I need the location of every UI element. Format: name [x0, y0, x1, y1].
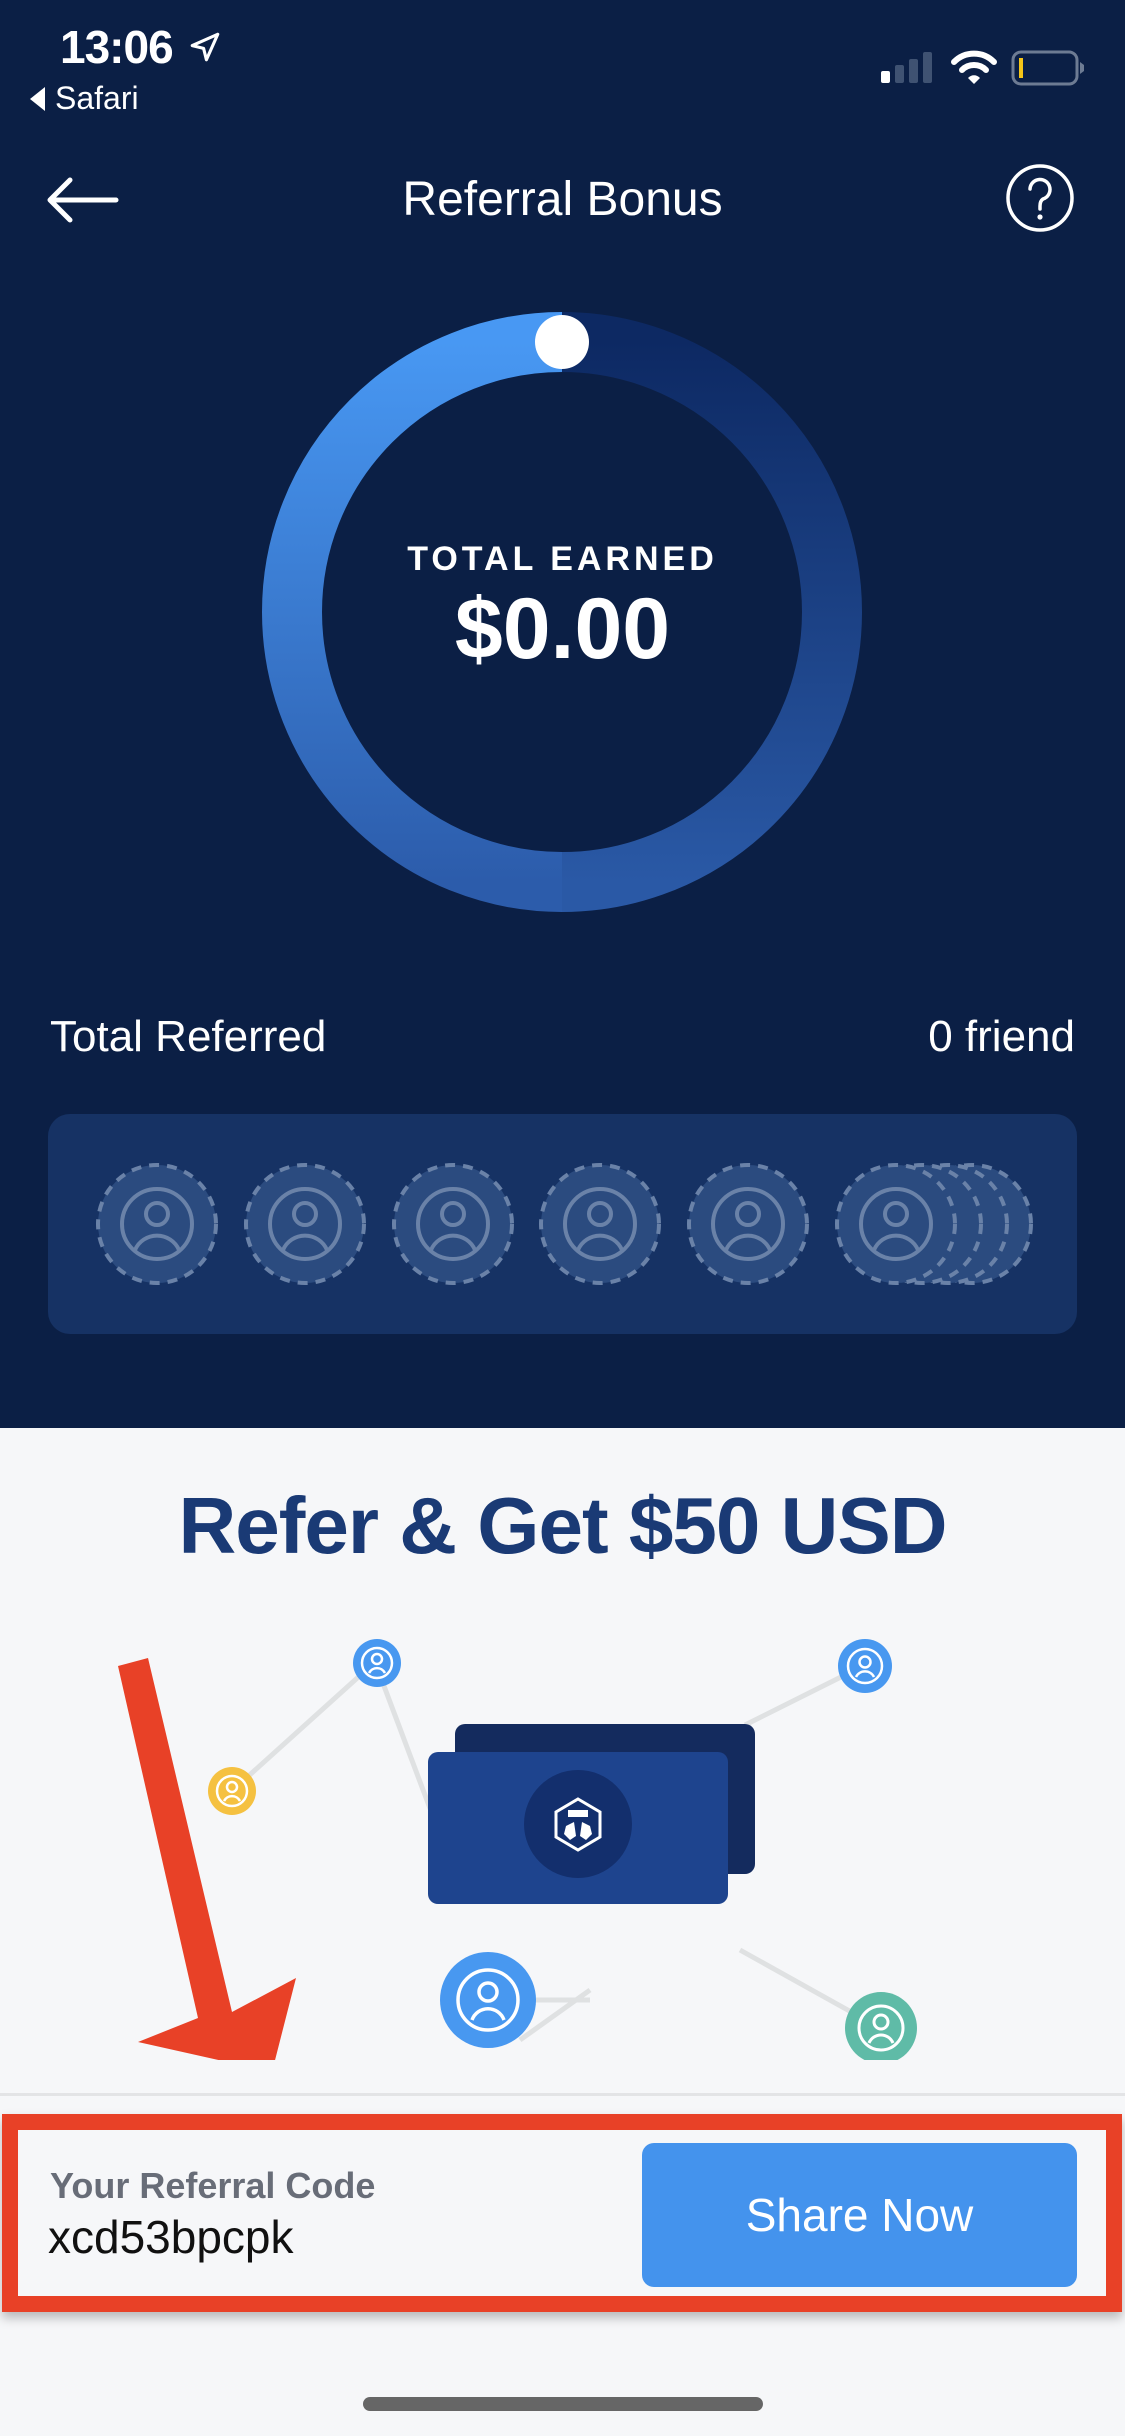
- more-friend-slots-icon: [835, 1163, 1033, 1285]
- header-section: 13:06 Safari Referral Bonus TOTAL EARNED…: [0, 0, 1125, 1428]
- total-earned-amount: $0.00: [454, 581, 671, 677]
- friend-avatar-yellow-icon: [208, 1767, 256, 1815]
- friend-avatar-blue-right-icon: [838, 1639, 892, 1693]
- promo-title: Refer & Get $50 USD: [178, 1481, 948, 1570]
- referral-code-value[interactable]: xcd53bpcpk: [48, 2210, 294, 2264]
- page-title: Referral Bonus: [402, 173, 723, 226]
- empty-friend-slot-icon: [96, 1163, 218, 1285]
- referral-code-label: Your Referral Code: [50, 2165, 376, 2206]
- back-app-label: Safari: [55, 80, 139, 116]
- share-now-button[interactable]: Share Now: [642, 2143, 1077, 2287]
- location-arrow-icon: [190, 32, 220, 62]
- total-referred-count: 0 friend: [928, 1012, 1075, 1061]
- battery-icon: [1011, 50, 1084, 86]
- section-divider: [0, 2093, 1125, 2096]
- back-to-safari[interactable]: Safari: [30, 80, 139, 117]
- empty-friend-slot-icon: [687, 1163, 809, 1285]
- wifi-icon: [951, 50, 997, 84]
- empty-friend-slot-icon: [392, 1163, 514, 1285]
- friend-avatar-green-icon: [845, 1992, 917, 2060]
- annotation-arrow-icon: [118, 1658, 296, 2060]
- help-icon[interactable]: [1005, 163, 1075, 233]
- friend-avatar-blue-large-icon: [440, 1952, 536, 2048]
- referral-slots-card: [48, 1114, 1077, 1334]
- empty-friend-slot-icon: [244, 1163, 366, 1285]
- system-icons: [881, 50, 1085, 86]
- empty-friend-slot-icon: [539, 1163, 661, 1285]
- friend-avatar-blue-small-icon: [353, 1639, 401, 1687]
- back-triangle-icon: [30, 86, 45, 111]
- referral-network-illustration: [118, 1639, 917, 2060]
- total-referred-label: Total Referred: [50, 1012, 327, 1061]
- home-indicator[interactable]: [363, 2397, 763, 2411]
- cellular-signal-icon: [881, 52, 932, 83]
- status-time: 13:06: [60, 21, 174, 73]
- total-earned-label: TOTAL EARNED: [407, 540, 718, 578]
- ring-progress-knob: [535, 315, 589, 369]
